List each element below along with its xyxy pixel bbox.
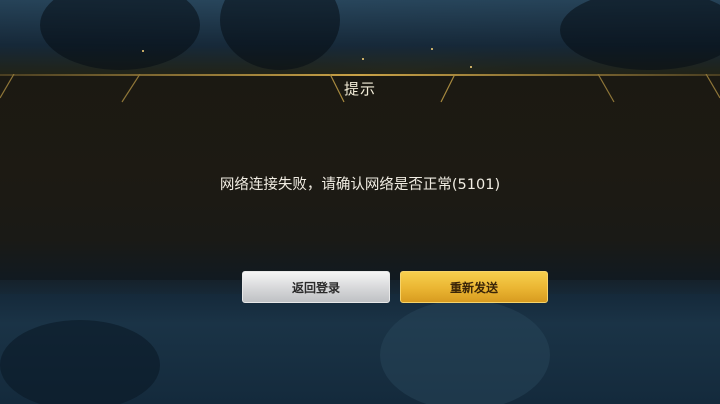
resend-label: 重新发送 [449,280,498,295]
sparkle-particle [470,66,472,68]
sparkle-particle [362,58,364,60]
dialog-title: 提示 [343,80,376,98]
game-scene: 提示 网络连接失败，请确认网络是否正常(5101) 返回登录 重新发送 [0,0,720,404]
background-creature-shape [0,320,160,404]
background-creature-shape [380,300,550,404]
dialog-message: 网络连接失败，请确认网络是否正常(5101) [219,177,501,193]
back-to-login-button[interactable]: 返回登录 [242,271,390,303]
sparkle-particle [431,48,433,50]
resend-button[interactable]: 重新发送 [400,271,548,303]
back-to-login-label: 返回登录 [291,280,340,295]
sparkle-particle [142,50,144,52]
